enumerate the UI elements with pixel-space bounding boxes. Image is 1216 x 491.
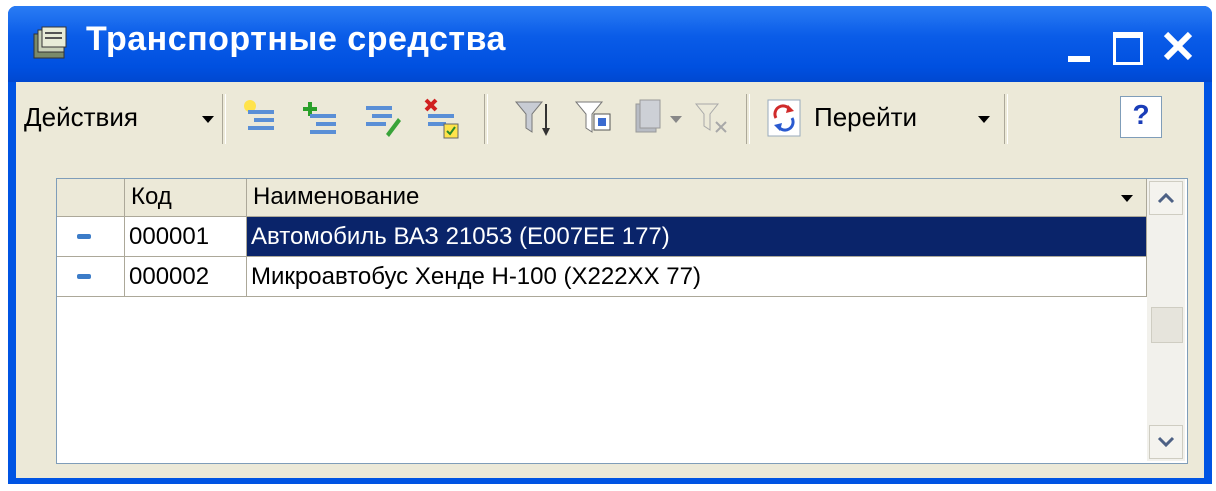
catalog-icon	[33, 26, 67, 59]
vertical-scrollbar[interactable]	[1147, 179, 1185, 461]
name-cell-selected[interactable]: Автомобиль ВАЗ 21053 (Е007ЕЕ 177)	[247, 217, 1147, 257]
minimize-button[interactable]	[1056, 26, 1100, 68]
chevron-up-icon	[1157, 192, 1175, 204]
row-marker-cell	[57, 217, 125, 257]
edit-item-icon[interactable]	[362, 96, 402, 140]
filter-settings-icon[interactable]	[572, 96, 612, 140]
marker-column-header	[57, 179, 125, 217]
table-row[interactable]: 000001 Автомобиль ВАЗ 21053 (Е007ЕЕ 177)	[57, 217, 1147, 257]
toolbar-separator	[746, 94, 750, 144]
window-body: Действия Перейти ? Код Наименование 0000…	[16, 82, 1204, 478]
help-icon: ?	[1132, 99, 1150, 130]
catalog-table: Код Наименование 000001 Автомобиль ВАЗ 2…	[56, 178, 1188, 464]
delete-mark-icon[interactable]	[420, 96, 460, 140]
maximize-button[interactable]	[1104, 26, 1148, 68]
sort-dropdown-icon[interactable]	[1121, 195, 1133, 202]
add-group-icon[interactable]	[302, 96, 342, 140]
window-title: Транспортные средства	[86, 20, 506, 58]
filter-sort-icon[interactable]	[512, 96, 552, 140]
goto-menu[interactable]: Перейти	[814, 102, 917, 133]
goto-dropdown-icon[interactable]	[978, 116, 990, 123]
clear-filter-icon[interactable]	[692, 96, 732, 140]
row-marker-cell	[57, 257, 125, 297]
filter-history-icon[interactable]	[630, 96, 670, 140]
actions-dropdown-icon[interactable]	[202, 116, 214, 123]
toolbar-separator	[484, 94, 488, 144]
column-header-name[interactable]: Наименование	[247, 179, 1147, 217]
toolbar: Действия Перейти ?	[16, 82, 1204, 158]
chevron-down-icon	[1157, 436, 1175, 448]
code-cell[interactable]: 000001	[125, 217, 247, 257]
help-button[interactable]: ?	[1120, 96, 1162, 138]
window: Транспортные средства Действия Перейти ?…	[8, 6, 1212, 484]
toolbar-separator	[1004, 94, 1008, 144]
refresh-icon[interactable]	[764, 96, 804, 140]
add-item-icon[interactable]	[240, 96, 280, 140]
close-button[interactable]	[1156, 26, 1200, 68]
title-bar[interactable]: Транспортные средства	[8, 6, 1212, 82]
name-cell[interactable]: Микроавтобус Хенде Н-100 (Х222ХХ 77)	[247, 257, 1147, 297]
item-icon	[77, 234, 91, 239]
close-icon	[1163, 31, 1193, 61]
actions-menu[interactable]: Действия	[24, 102, 138, 133]
filter-history-dropdown-icon[interactable]	[670, 116, 682, 123]
item-icon	[77, 274, 91, 279]
scroll-up-button[interactable]	[1149, 181, 1183, 215]
code-cell[interactable]: 000002	[125, 257, 247, 297]
toolbar-separator	[222, 94, 226, 144]
scroll-thumb[interactable]	[1151, 307, 1183, 343]
column-header-code[interactable]: Код	[125, 179, 247, 217]
table-row[interactable]: 000002 Микроавтобус Хенде Н-100 (Х222ХХ …	[57, 257, 1147, 297]
scroll-down-button[interactable]	[1149, 425, 1183, 459]
